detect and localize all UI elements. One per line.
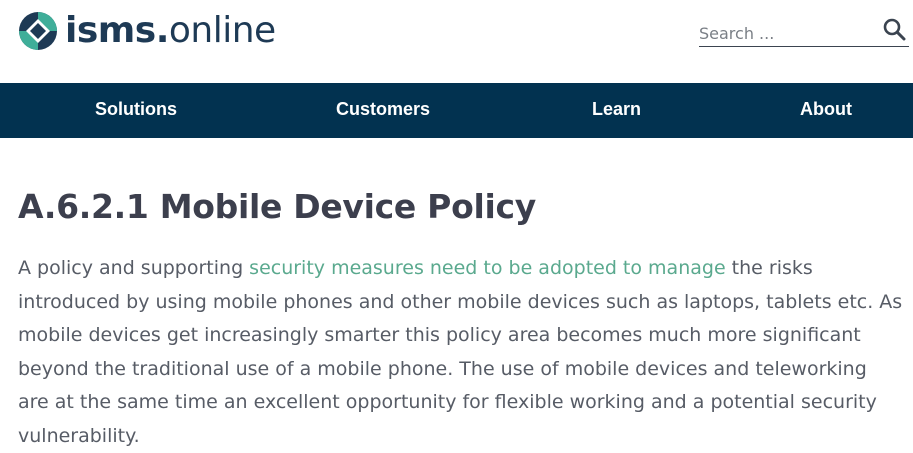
search-box bbox=[699, 16, 909, 47]
site-logo[interactable]: isms.online bbox=[17, 10, 276, 52]
article-content: A.6.2.1 Mobile Device Policy A policy an… bbox=[18, 138, 913, 453]
paragraph-line-6: vulnerability. bbox=[18, 420, 913, 453]
search-button[interactable] bbox=[881, 16, 907, 42]
logo-mark-icon bbox=[17, 10, 59, 52]
search-input[interactable] bbox=[699, 24, 869, 43]
paragraph-line-5: are at the same time an excellent opport… bbox=[18, 386, 913, 420]
nav-item-solutions[interactable]: Solutions bbox=[95, 83, 177, 138]
paragraph-line-1: A policy and supporting security measure… bbox=[18, 252, 913, 286]
paragraph-line-4: beyond the traditional use of a mobile p… bbox=[18, 353, 913, 387]
paragraph-line-3: mobile devices get increasingly smarter … bbox=[18, 319, 913, 353]
article-paragraph: A policy and supporting security measure… bbox=[18, 252, 913, 453]
paragraph-line-2: introduced by using mobile phones and ot… bbox=[18, 286, 913, 320]
nav-item-customers[interactable]: Customers bbox=[336, 83, 430, 138]
nav-item-learn[interactable]: Learn bbox=[592, 83, 641, 138]
main-nav: Solutions Customers Learn About bbox=[0, 83, 913, 138]
logo-wordmark-bold: isms. bbox=[65, 10, 169, 51]
paragraph-text-before-link: A policy and supporting bbox=[18, 257, 249, 279]
nav-item-about[interactable]: About bbox=[800, 83, 852, 138]
site-header: isms.online bbox=[0, 0, 913, 83]
paragraph-text-after-link: the risks bbox=[726, 257, 813, 279]
search-icon bbox=[882, 17, 906, 41]
security-measures-link[interactable]: security measures need to be adopted to … bbox=[249, 257, 725, 279]
page-title: A.6.2.1 Mobile Device Policy bbox=[18, 186, 913, 228]
logo-wordmark: isms.online bbox=[65, 13, 276, 49]
logo-wordmark-light: online bbox=[169, 10, 276, 51]
